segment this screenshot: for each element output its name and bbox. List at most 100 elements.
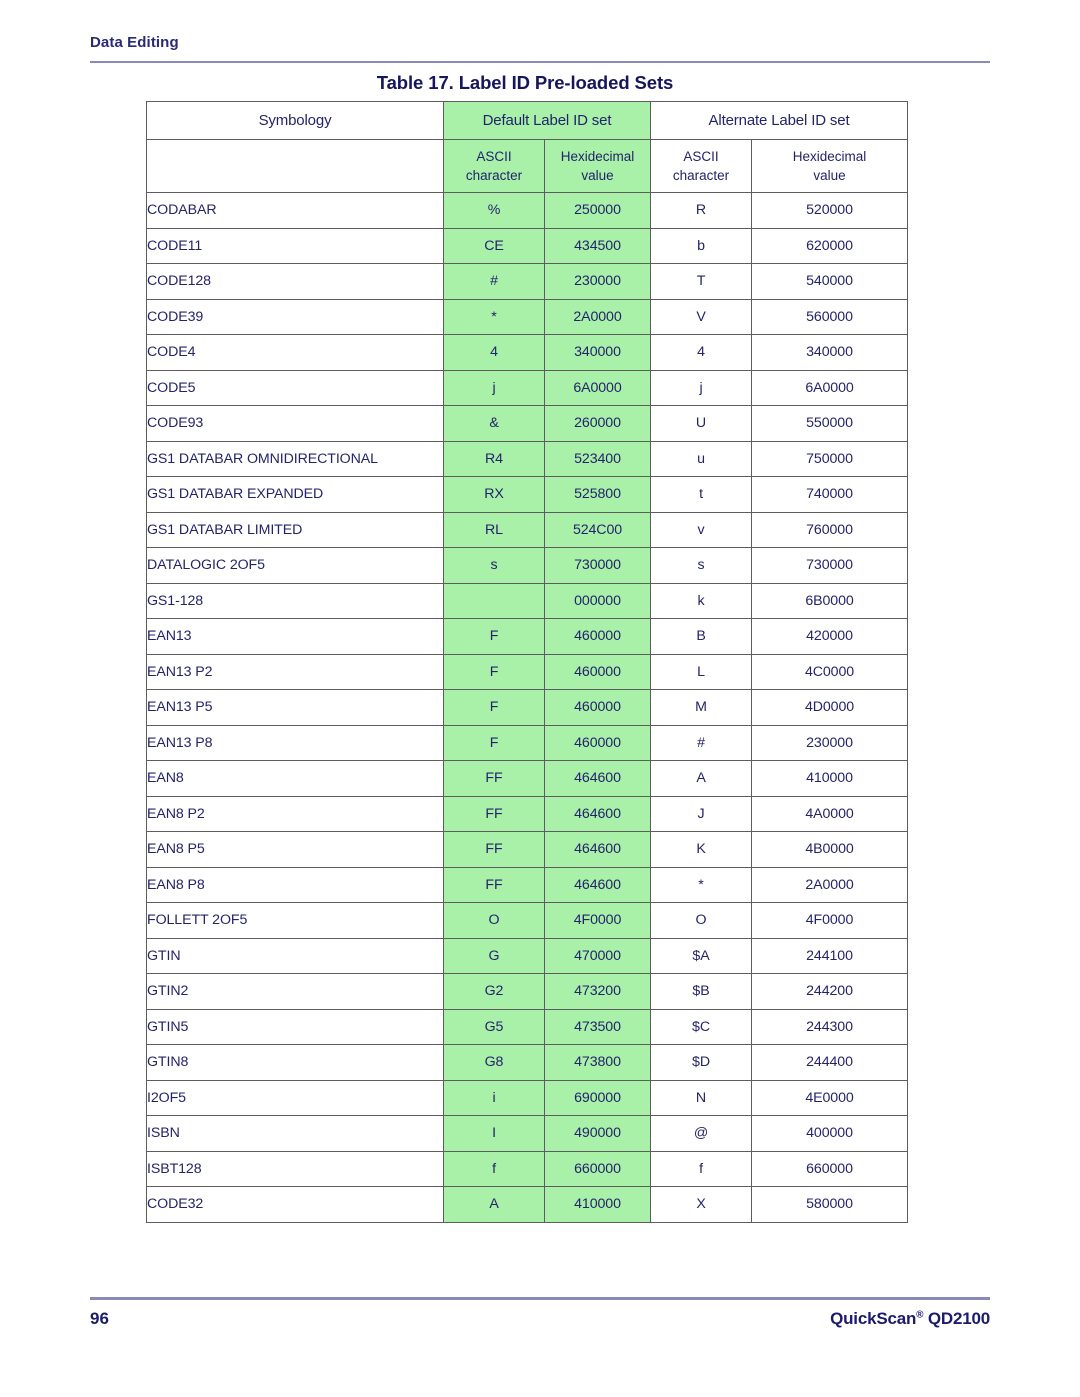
table-row: FOLLETT 2OF5 O 4F0000 O 4F0000 — [146, 902, 909, 939]
sub-header-default-hex-line1: Hexidecimal — [560, 148, 635, 164]
cell-alternate-ascii: # — [650, 724, 752, 761]
sub-header-alternate-hex-line2: value — [813, 168, 846, 183]
cell-alternate-hex: 244100 — [750, 937, 909, 974]
cell-default-hex: 470000 — [544, 937, 651, 974]
cell-symbology: GS1-128 — [146, 582, 444, 619]
cell-alternate-ascii: L — [650, 653, 752, 690]
cell-alternate-ascii: X — [650, 1186, 752, 1223]
cell-symbology: GS1 DATABAR EXPANDED — [146, 476, 444, 513]
cell-default-ascii: f — [443, 1150, 545, 1187]
cell-alternate-hex: 740000 — [750, 476, 909, 513]
cell-symbology: EAN8 P2 — [146, 795, 444, 832]
cell-symbology: CODE39 — [146, 298, 444, 335]
cell-alternate-ascii: t — [650, 476, 752, 513]
cell-alternate-hex: 410000 — [750, 760, 909, 797]
cell-default-hex: 250000 — [544, 192, 651, 229]
cell-default-ascii: G2 — [443, 973, 545, 1010]
footer-rule — [90, 1297, 990, 1300]
document-page: Data Editing Table 17. Label ID Pre-load… — [0, 0, 1080, 1397]
cell-symbology: EAN8 P8 — [146, 866, 444, 903]
cell-alternate-ascii: v — [650, 511, 752, 548]
cell-alternate-ascii: s — [650, 547, 752, 584]
cell-alternate-ascii: O — [650, 902, 752, 939]
sub-header-alternate-ascii-line1: ASCII — [683, 148, 719, 164]
table-row: ISBN I 490000 @400000 — [146, 1115, 909, 1152]
cell-default-ascii: F — [443, 689, 545, 726]
cell-default-hex: 730000 — [544, 547, 651, 584]
table-row: EAN13 P2 F 460000 L 4C0000 — [146, 653, 909, 690]
cell-symbology: CODE128 — [146, 263, 444, 300]
sub-header-alternate-hex: Hexidecimal value — [750, 139, 909, 193]
cell-symbology: I2OF5 — [146, 1079, 444, 1116]
cell-default-hex: 660000 — [544, 1150, 651, 1187]
table-row: CODE5 j 6A0000 j 6A0000 — [146, 369, 909, 406]
cell-alternate-ascii: $A — [650, 937, 752, 974]
cell-default-hex: 523400 — [544, 440, 651, 477]
cell-alternate-ascii: J — [650, 795, 752, 832]
cell-alternate-ascii: A — [650, 760, 752, 797]
table-row: EAN8 FF 464600 A 410000 — [146, 760, 909, 797]
cell-alternate-hex: 760000 — [750, 511, 909, 548]
cell-alternate-hex: 6B0000 — [750, 582, 909, 619]
cell-symbology: EAN13 — [146, 618, 444, 655]
cell-default-ascii: 4 — [443, 334, 545, 371]
cell-default-hex: 460000 — [544, 618, 651, 655]
cell-alternate-ascii: B — [650, 618, 752, 655]
cell-default-hex: 464600 — [544, 795, 651, 832]
cell-alternate-ascii: k — [650, 582, 752, 619]
cell-default-ascii: FF — [443, 866, 545, 903]
table-row: EAN8 P2 FF 464600 J 4A0000 — [146, 795, 909, 832]
sub-header-default-hex-line2: value — [581, 168, 614, 183]
sub-header-alternate-ascii-line2: character — [672, 168, 730, 183]
table-sub-header-row: ASCII character Hexidecimal value ASCII … — [146, 139, 909, 193]
sub-header-default-ascii-line2: character — [465, 168, 523, 183]
cell-default-ascii — [443, 582, 545, 619]
cell-alternate-ascii: f — [650, 1150, 752, 1187]
cell-default-ascii: F — [443, 724, 545, 761]
running-header: Data Editing — [90, 34, 179, 51]
table-row: GS1-128 000000 k 6B0000 — [146, 582, 909, 619]
cell-alternate-ascii: K — [650, 831, 752, 868]
footer-registered-mark-icon: ® — [916, 1309, 924, 1321]
sub-header-alternate-hex-line1: Hexidecimal — [792, 148, 867, 164]
cell-default-hex: 340000 — [544, 334, 651, 371]
cell-alternate-hex: 520000 — [750, 192, 909, 229]
table-row: ISBT128 f 660000 f 660000 — [146, 1150, 909, 1187]
cell-alternate-hex: 6A0000 — [750, 369, 909, 406]
cell-default-ascii: F — [443, 618, 545, 655]
table-row: CODE39 * 2A0000 V 560000 — [146, 298, 909, 335]
cell-default-hex: 460000 — [544, 689, 651, 726]
cell-default-ascii: I — [443, 1115, 545, 1152]
table-row: GS1 DATABAR LIMITED RL 524C00 v 760000 — [146, 511, 909, 548]
sub-header-default-ascii-line1: ASCII — [476, 148, 512, 164]
cell-default-hex: 524C00 — [544, 511, 651, 548]
cell-symbology: EAN13 P8 — [146, 724, 444, 761]
table-row: CODABAR% 250000 R 520000 — [146, 192, 909, 229]
cell-default-ascii: G — [443, 937, 545, 974]
cell-alternate-ascii: U — [650, 405, 752, 442]
column-header-default-label-id-set: Default Label ID set — [443, 101, 651, 140]
cell-default-ascii: FF — [443, 760, 545, 797]
cell-symbology: EAN8 P5 — [146, 831, 444, 868]
cell-alternate-hex: 4A0000 — [750, 795, 909, 832]
cell-default-ascii: j — [443, 369, 545, 406]
cell-alternate-ascii: $B — [650, 973, 752, 1010]
cell-default-hex: 460000 — [544, 724, 651, 761]
cell-default-ascii: RL — [443, 511, 545, 548]
cell-alternate-hex: 580000 — [750, 1186, 909, 1223]
cell-default-ascii: G5 — [443, 1008, 545, 1045]
cell-alternate-hex: 550000 — [750, 405, 909, 442]
cell-default-ascii: * — [443, 298, 545, 335]
cell-default-ascii: & — [443, 405, 545, 442]
table-row: GTIN5 G5 473500 $C 244300 — [146, 1008, 909, 1045]
cell-default-ascii: FF — [443, 831, 545, 868]
table-row: GTIN2 G2 473200 $B 244200 — [146, 973, 909, 1010]
table-row: EAN13 P8 F 460000 #230000 — [146, 724, 909, 761]
table-title: Table 17. Label ID Pre-loaded Sets — [376, 72, 674, 93]
cell-symbology: CODE32 — [146, 1186, 444, 1223]
cell-default-ascii: O — [443, 902, 545, 939]
cell-alternate-hex: 540000 — [750, 263, 909, 300]
cell-alternate-hex: 2A0000 — [750, 866, 909, 903]
table-row: CODE32 A 410000 X 580000 — [146, 1186, 909, 1223]
cell-default-ascii: FF — [443, 795, 545, 832]
